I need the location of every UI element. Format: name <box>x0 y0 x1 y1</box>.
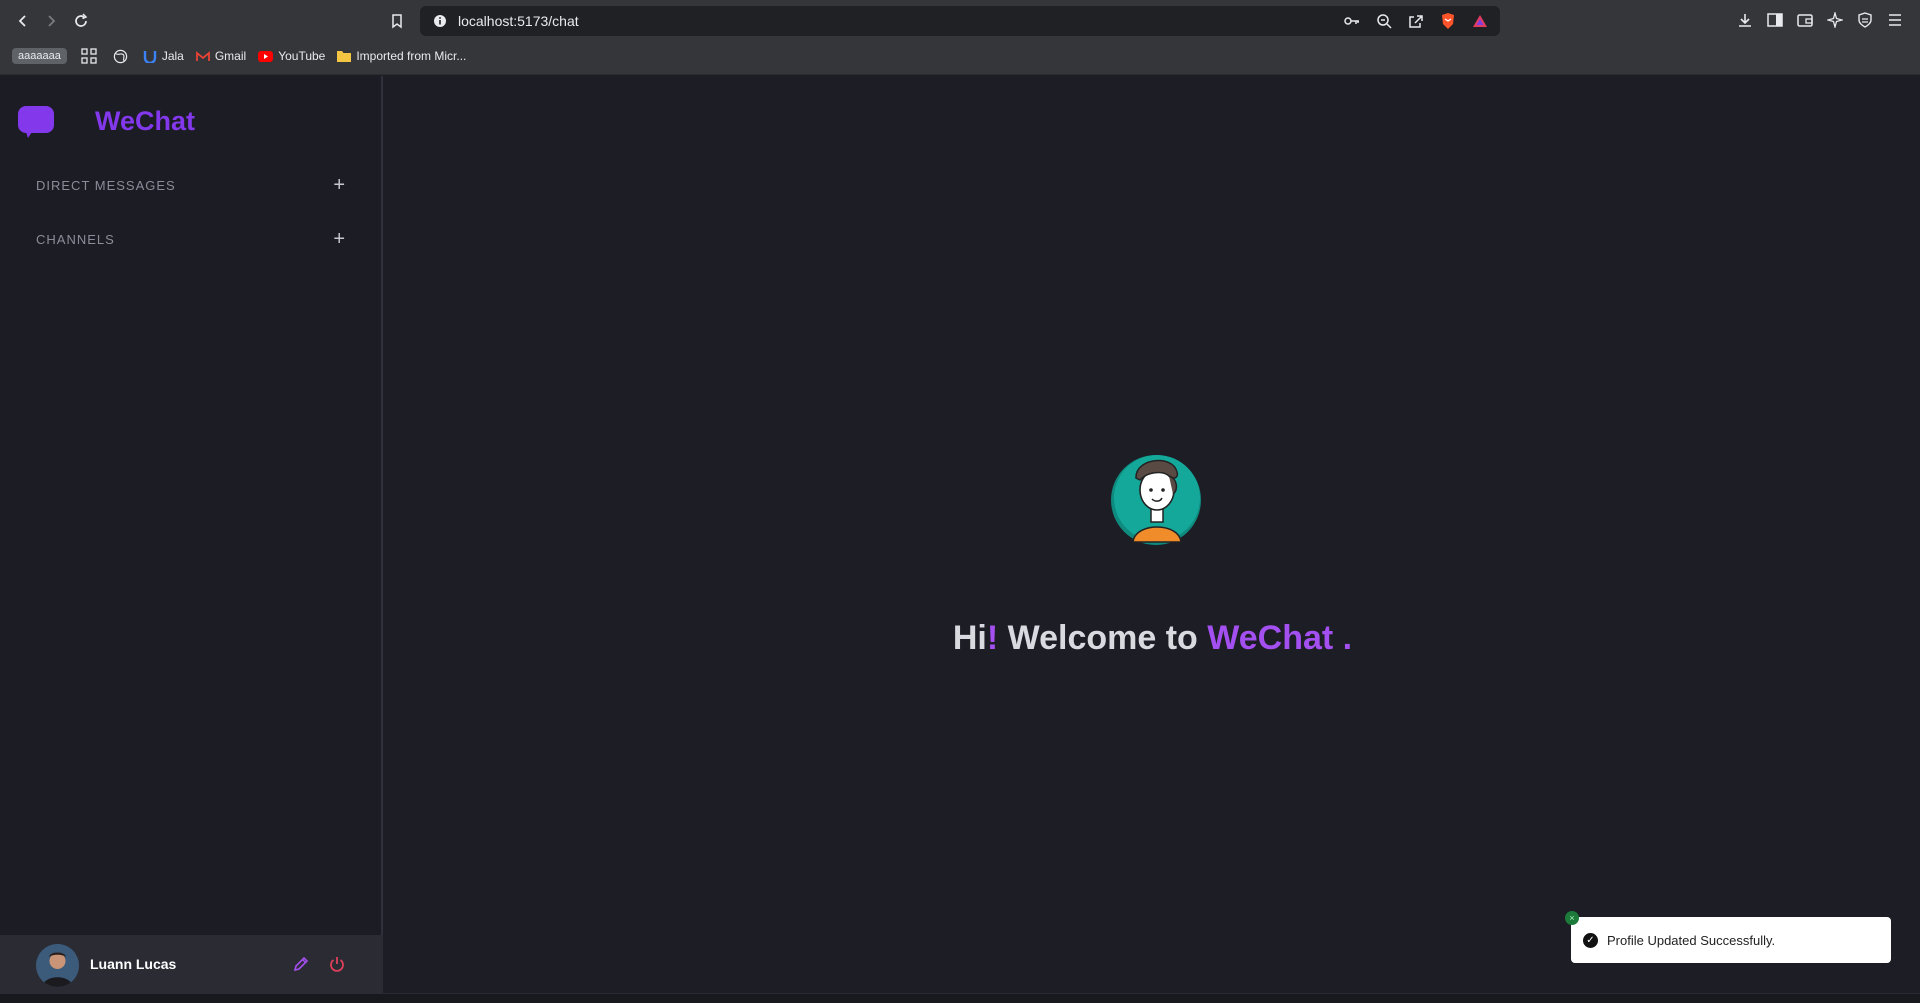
downloads-icon[interactable] <box>1735 10 1755 30</box>
main-panel: Hi! Welcome to WeChat . <box>385 76 1920 993</box>
channels-label: CHANNELS <box>36 231 115 247</box>
welcome-exclamation: ! <box>986 619 999 657</box>
address-bar-icons <box>1342 11 1490 31</box>
bookmark-youtube[interactable]: YouTube <box>258 49 325 63</box>
sidebar: WeChat DIRECT MESSAGES + CHANNELS + Luan… <box>0 76 383 993</box>
channels-section: CHANNELS + <box>36 229 346 249</box>
back-icon[interactable] <box>10 8 36 34</box>
toast-close-button[interactable]: × <box>1565 911 1579 925</box>
bookmark-folder-label: Imported from Micr... <box>356 49 467 63</box>
bookmark-gmail[interactable]: Gmail <box>195 49 247 63</box>
avatar[interactable] <box>36 944 79 987</box>
wallet-icon[interactable] <box>1795 10 1815 30</box>
folder-icon <box>337 51 352 62</box>
apps-grid-icon[interactable] <box>79 46 99 66</box>
zoom-icon[interactable] <box>1374 11 1394 31</box>
url-text: localhost:5173/chat <box>458 13 579 29</box>
youtube-icon <box>258 50 274 62</box>
browser-chrome: localhost:5173/chat aaaaaaa Jala Gmail Y… <box>0 0 1920 75</box>
app-name: WeChat <box>95 106 196 136</box>
edit-profile-icon[interactable] <box>292 955 310 978</box>
key-icon[interactable] <box>1342 11 1362 31</box>
toast-message: Profile Updated Successfully. <box>1607 932 1776 948</box>
welcome-dot: . <box>1333 619 1353 657</box>
brave-shields-icon[interactable] <box>1438 11 1458 31</box>
add-channel-button[interactable]: + <box>333 229 346 249</box>
browser-nav-row: localhost:5173/chat <box>0 0 1920 42</box>
bookmark-icon[interactable] <box>384 8 410 34</box>
site-info-icon[interactable] <box>430 11 450 31</box>
direct-messages-label: DIRECT MESSAGES <box>36 177 176 193</box>
direct-messages-section: DIRECT MESSAGES + <box>36 175 346 195</box>
bookmark-jala-label: Jala <box>161 49 184 63</box>
share-icon[interactable] <box>1406 11 1426 31</box>
forward-icon[interactable] <box>38 8 64 34</box>
welcome-hi: Hi <box>952 619 987 657</box>
jala-icon <box>143 51 157 63</box>
profile-chip[interactable]: aaaaaaa <box>12 48 67 64</box>
toolbar-right-icons <box>1735 10 1905 30</box>
bookmark-gmail-label: Gmail <box>214 49 247 63</box>
brave-rewards-icon[interactable] <box>1470 11 1490 31</box>
welcome-avatar-illustration <box>1107 446 1207 551</box>
sidebar-toggle-icon[interactable] <box>1765 10 1785 30</box>
wechat-logo-icon <box>18 106 54 143</box>
address-bar[interactable]: localhost:5173/chat <box>420 6 1500 36</box>
bookmark-youtube-label: YouTube <box>278 49 326 63</box>
logout-power-icon[interactable] <box>328 955 346 978</box>
add-direct-message-button[interactable]: + <box>333 175 346 195</box>
bottom-strip <box>0 993 1920 1003</box>
welcome-brand: WeChat <box>1207 619 1334 657</box>
welcome-heading: Hi! Welcome to WeChat . <box>385 619 1920 658</box>
bookmarks-bar: aaaaaaa Jala Gmail YouTube Imported from… <box>0 44 1920 68</box>
menu-icon[interactable] <box>1885 10 1905 30</box>
user-profile-bar: Luann Lucas <box>0 935 383 993</box>
user-name: Luann Lucas <box>90 956 177 972</box>
vpn-shield-icon[interactable] <box>1855 10 1875 30</box>
reload-icon[interactable] <box>68 8 94 34</box>
leo-ai-icon[interactable] <box>1825 10 1845 30</box>
bookmark-folder-imported[interactable]: Imported from Micr... <box>337 49 466 63</box>
globe-icon[interactable] <box>111 46 131 66</box>
success-check-icon: ✓ <box>1583 932 1598 948</box>
bookmark-jala[interactable]: Jala <box>143 49 184 63</box>
gmail-icon <box>195 50 210 61</box>
toast-notification: × ✓ Profile Updated Successfully. <box>1565 911 1891 963</box>
welcome-middle-text: Welcome to <box>998 619 1208 657</box>
